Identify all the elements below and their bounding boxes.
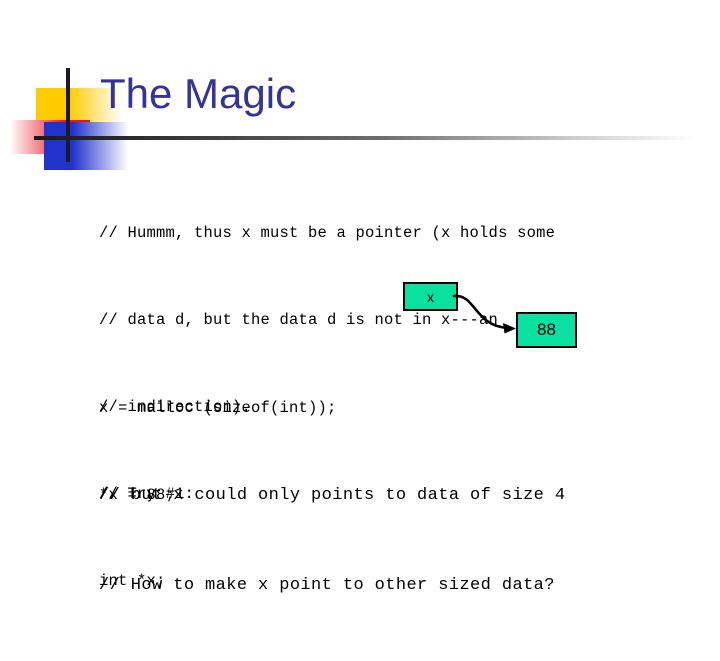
title-divider-rule [34,136,696,140]
code-line: x = malloc (sizeof(int)); [99,399,337,417]
code-block-bottom: // but x could only points to data of si… [99,421,565,661]
code-line: // but x could only points to data of si… [99,486,566,505]
code-line: // Hummm, thus x must be a pointer (x ho… [99,224,556,242]
value-box: 88 [516,312,577,348]
page-title: The Magic [100,70,297,117]
ornament-vertical-line [66,68,70,162]
slide: The Magic // Hummm, thus x must be a poi… [0,0,720,595]
code-line: // How to make x point to other sized da… [99,576,555,595]
